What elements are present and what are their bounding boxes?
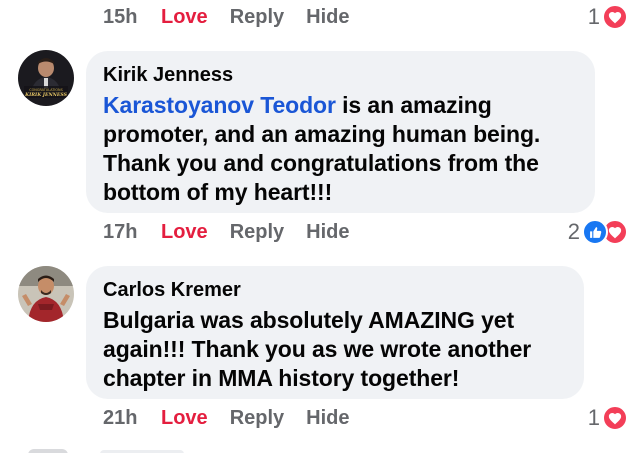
love-button[interactable]: Love: [161, 6, 208, 29]
comment-timestamp[interactable]: 21h: [103, 407, 139, 430]
comment-bubble: Carlos Kremer Bulgaria was absolutely AM…: [86, 266, 584, 399]
comment-text: Karastoyanov Teodor is an amazing promot…: [103, 91, 575, 207]
reply-button[interactable]: Reply: [230, 6, 284, 29]
hide-button[interactable]: Hide: [306, 6, 349, 29]
next-comment-avatar: [28, 449, 68, 453]
comment-bubble: Kirik Jenness Karastoyanov Teodor is an …: [86, 51, 595, 213]
reaction-summary[interactable]: 2: [568, 215, 628, 249]
hide-button[interactable]: Hide: [306, 221, 349, 244]
heart-icon: [602, 4, 628, 30]
love-button[interactable]: Love: [161, 407, 208, 430]
comment-text: Bulgaria was absolutely AMAZING yet agai…: [103, 307, 532, 391]
comment-timestamp[interactable]: 17h: [103, 221, 139, 244]
comment-actions: 17h Love Reply Hide: [103, 215, 350, 249]
comment-author[interactable]: Carlos Kremer: [103, 278, 564, 302]
reaction-summary[interactable]: 1: [588, 401, 628, 435]
reply-button[interactable]: Reply: [230, 407, 284, 430]
avatar[interactable]: [18, 266, 74, 322]
comment-actions: 21h Love Reply Hide: [103, 401, 350, 435]
reaction-count: 1: [587, 405, 600, 430]
reaction-count: 1: [587, 4, 600, 29]
comment-actions: 15h Love Reply Hide: [103, 0, 350, 34]
comments-thread: 15h Love Reply Hide 1 CONGRATULATIONS KI…: [0, 0, 640, 453]
reaction-count: 2: [567, 219, 580, 244]
hide-button[interactable]: Hide: [306, 407, 349, 430]
comment-timestamp[interactable]: 15h: [103, 6, 139, 29]
mention-link[interactable]: Karastoyanov Teodor: [103, 92, 336, 118]
like-icon: [582, 219, 608, 245]
avatar[interactable]: CONGRATULATIONS KIRIK JENNESS: [18, 50, 74, 106]
heart-icon: [602, 405, 628, 431]
love-button[interactable]: Love: [161, 221, 208, 244]
comment-author[interactable]: Kirik Jenness: [103, 63, 575, 87]
reply-button[interactable]: Reply: [230, 221, 284, 244]
reaction-summary[interactable]: 1: [588, 0, 628, 34]
avatar-caption-congrats: CONGRATULATIONS: [29, 88, 62, 92]
avatar-caption-name: KIRIK JENNESS: [24, 92, 67, 98]
